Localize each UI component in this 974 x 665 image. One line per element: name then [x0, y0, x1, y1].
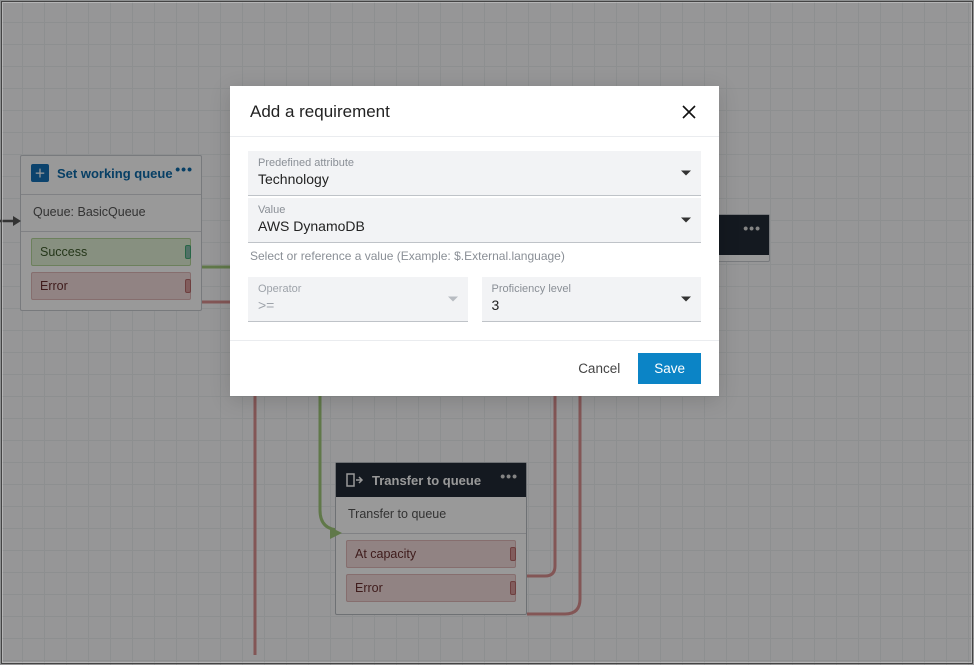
operator-select[interactable]: Operator >= — [248, 277, 468, 322]
field-value: >= — [258, 297, 458, 313]
predefined-attribute-select[interactable]: Predefined attribute Technology — [248, 151, 701, 196]
field-label: Predefined attribute — [258, 157, 691, 169]
close-button[interactable] — [679, 102, 699, 122]
add-requirement-modal: Add a requirement Predefined attribute T… — [230, 86, 719, 396]
proficiency-level-select[interactable]: Proficiency level 3 — [482, 277, 702, 322]
chevron-down-icon — [448, 297, 458, 302]
save-button[interactable]: Save — [638, 353, 701, 384]
chevron-down-icon — [681, 297, 691, 302]
close-icon — [682, 105, 696, 119]
field-value: AWS DynamoDB — [258, 218, 691, 234]
field-value: 3 — [492, 297, 692, 313]
field-label: Value — [258, 204, 691, 216]
field-label: Proficiency level — [492, 283, 692, 295]
field-value: Technology — [258, 171, 691, 187]
chevron-down-icon — [681, 218, 691, 223]
field-label: Operator — [258, 283, 458, 295]
value-select[interactable]: Value AWS DynamoDB — [248, 198, 701, 243]
helper-text: Select or reference a value (Example: $.… — [250, 249, 699, 263]
chevron-down-icon — [681, 171, 691, 176]
cancel-button[interactable]: Cancel — [574, 355, 624, 382]
modal-title: Add a requirement — [250, 102, 390, 122]
